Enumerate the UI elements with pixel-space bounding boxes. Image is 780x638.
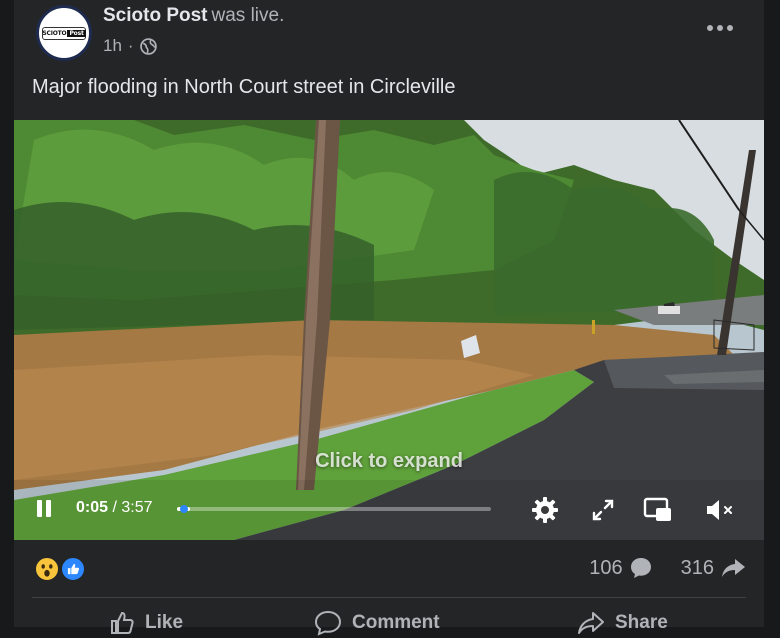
like-button[interactable]: Like	[109, 610, 183, 636]
avatar-logo: SCIOTO Post	[42, 26, 86, 40]
video-time: 0:05 / 3:57	[76, 499, 153, 517]
settings-gear-icon[interactable]	[529, 494, 561, 526]
share-count[interactable]: 316	[681, 557, 714, 580]
dot-icon	[707, 25, 713, 31]
page-avatar[interactable]: SCIOTO Post	[36, 5, 92, 61]
like-label: Like	[145, 612, 184, 633]
page-name-link[interactable]: Scioto Post	[103, 5, 208, 26]
video-controls: 0:05 / 3:57	[14, 490, 764, 530]
comment-count[interactable]: 106	[589, 557, 622, 580]
video-duration: / 3:57	[112, 499, 153, 516]
dot-icon	[727, 25, 733, 31]
share-icon	[578, 612, 604, 634]
comment-button[interactable]: Comment	[314, 610, 440, 636]
dot-icon	[717, 25, 723, 31]
comment-bubble-icon	[630, 558, 651, 578]
post-actions: Like Comment Share	[14, 598, 764, 638]
post-card: SCIOTO Post Scioto Post was live. 1h · Maj…	[14, 0, 764, 636]
more-options-button[interactable]	[704, 14, 736, 42]
like-reaction-icon[interactable]	[60, 556, 86, 582]
post-caption: Major flooding in North Court street in …	[32, 76, 456, 98]
meta-separator: ·	[127, 36, 134, 55]
fullscreen-icon[interactable]	[587, 494, 619, 526]
wow-reaction-icon[interactable]	[34, 556, 60, 582]
volume-muted-icon[interactable]	[702, 494, 734, 526]
video-frame	[14, 120, 764, 540]
share-arrow-icon	[722, 559, 745, 577]
picture-in-picture-icon[interactable]	[642, 494, 674, 526]
share-button[interactable]: Share	[577, 610, 668, 636]
post-timestamp[interactable]: 1h	[103, 36, 122, 56]
avatar-logo-text: SCIOTO	[42, 29, 67, 37]
thumbs-up-icon	[111, 611, 134, 634]
comment-icon	[314, 610, 342, 636]
pause-icon[interactable]	[36, 500, 54, 518]
reactions-bar: 106 316	[32, 540, 746, 598]
current-time: 0:05	[76, 499, 109, 516]
video-player[interactable]: Click to expand 0:05 / 3:57	[14, 120, 764, 540]
globe-icon	[139, 37, 157, 55]
progress-bar[interactable]	[177, 505, 491, 513]
post-title-line: Scioto Post was live.	[103, 5, 284, 27]
live-status-text: was live.	[211, 5, 285, 26]
post-header: SCIOTO Post Scioto Post was live. 1h ·	[14, 0, 764, 64]
progress-handle[interactable]	[179, 505, 188, 513]
avatar-logo-badge: Post	[67, 29, 86, 37]
share-label: Share	[615, 612, 668, 633]
comment-label: Comment	[352, 612, 440, 633]
click-to-expand-label[interactable]: Click to expand	[14, 450, 764, 473]
post-meta: 1h ·	[103, 36, 157, 56]
engagement-counts: 106 316	[589, 556, 746, 580]
